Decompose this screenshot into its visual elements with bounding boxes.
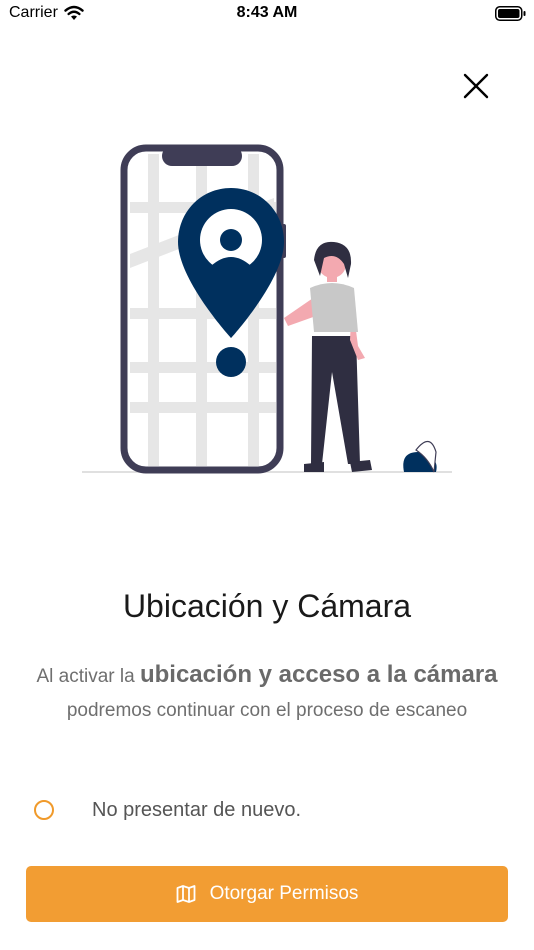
dont-show-again-option[interactable]: No presentar de nuevo. [34, 796, 394, 826]
description-prefix: Al activar la [36, 666, 140, 687]
clock: 8:43 AM [236, 4, 298, 21]
permission-description: Al activar la ubicación y acceso a la cá… [22, 658, 512, 728]
battery-icon [495, 6, 526, 21]
phone-illustration [120, 144, 286, 474]
dont-show-radio[interactable] [34, 800, 54, 820]
page-title: Ubicación y Cámara [122, 588, 412, 624]
grant-permissions-label: Otorgar Permisos [209, 883, 359, 904]
grant-permissions-button[interactable]: Otorgar Permisos [26, 866, 508, 922]
dont-show-label: No presentar de nuevo. [92, 799, 302, 821]
close-icon[interactable] [460, 70, 492, 102]
location-illustration [82, 144, 452, 474]
description-suffix: podremos continuar con el proceso de esc… [66, 700, 468, 721]
status-bar: Carrier 8:43 AM [0, 0, 534, 28]
leaf-illustration [403, 440, 437, 473]
map-icon [176, 885, 195, 903]
person-illustration [284, 241, 372, 472]
description-bold: ubicación y acceso a la cámara [139, 661, 498, 688]
